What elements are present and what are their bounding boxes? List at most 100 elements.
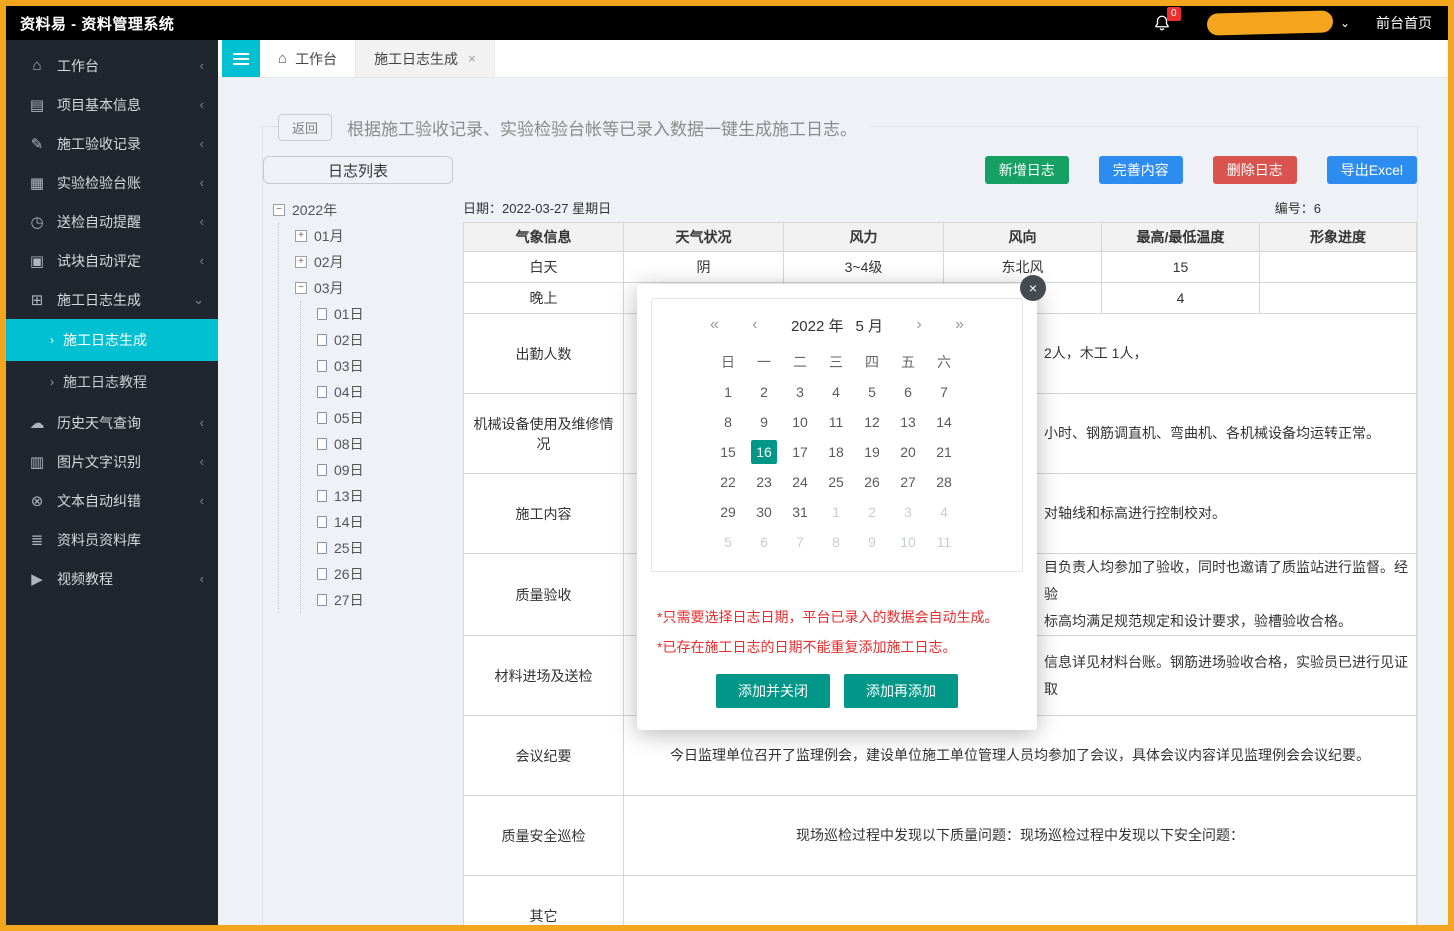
add-and-continue-button[interactable]: 添加再添加 [844,674,958,708]
sidebar-item-ocr[interactable]: ▥ 图片文字识别 ‹ [6,442,218,481]
calendar-day[interactable]: 27 [890,467,926,497]
calendar-day[interactable]: 6 [746,527,782,557]
sidebar-item-data-library[interactable]: ≣ 资料员资料库 [6,520,218,559]
calendar-day[interactable]: 13 [890,407,926,437]
expand-toggle[interactable]: + [295,230,307,242]
tree-day-item[interactable]: 02日 [317,327,453,353]
calendar-day[interactable]: 26 [854,467,890,497]
tree-day-item[interactable]: 03日 [317,353,453,379]
calendar-day[interactable]: 2 [854,497,890,527]
calendar-day[interactable]: 19 [854,437,890,467]
calendar-day[interactable]: 1 [818,497,854,527]
calendar-day[interactable]: 10 [890,527,926,557]
sidebar-item-test-block-eval[interactable]: ▣ 试块自动评定 ‹ [6,241,218,280]
calendar-day[interactable]: 8 [710,407,746,437]
close-icon[interactable]: × [468,51,476,66]
tree-month-node[interactable]: − 03月 [295,275,453,301]
sidebar-item-video-tutorial[interactable]: ▶ 视频教程 ‹ [6,559,218,598]
add-and-close-button[interactable]: 添加并关闭 [716,674,830,708]
sidebar-item-log-generation[interactable]: ⊞ 施工日志生成 ⌄ [6,280,218,319]
calendar-day[interactable]: 5 [854,377,890,407]
calendar-day[interactable]: 24 [782,467,818,497]
calendar-day[interactable]: 23 [746,467,782,497]
tree-year-node[interactable]: − 2022年 [273,197,453,223]
calendar-day[interactable]: 6 [890,377,926,407]
add-log-button[interactable]: 新增日志 [985,156,1069,184]
calendar-day[interactable]: 30 [746,497,782,527]
sidebar-item-workbench[interactable]: ⌂ 工作台 ‹ [6,46,218,85]
calendar-month-label[interactable]: 5 月 [856,315,884,336]
calendar-day[interactable]: 10 [782,407,818,437]
collapse-toggle[interactable]: − [273,204,285,216]
tree-day-item[interactable]: 26日 [317,561,453,587]
tree-day-item[interactable]: 08日 [317,431,453,457]
calendar-day[interactable]: 18 [818,437,854,467]
calendar-day[interactable]: 31 [782,497,818,527]
calendar-day[interactable]: 1 [710,377,746,407]
notification-bell[interactable]: 0 [1153,14,1171,32]
prev-month-button[interactable]: ‹ [752,316,757,334]
prev-year-button[interactable]: « [710,316,719,334]
calendar-day[interactable]: 5 [710,527,746,557]
tree-day-item[interactable]: 09日 [317,457,453,483]
calendar-day[interactable]: 29 [710,497,746,527]
tree-day-label: 26日 [334,564,364,584]
collapse-sidebar-button[interactable] [222,40,260,77]
sidebar-item-inspection-reminder[interactable]: ◷ 送检自动提醒 ‹ [6,202,218,241]
user-name-redacted[interactable] [1207,10,1334,35]
sidebar-item-text-correction[interactable]: ⊗ 文本自动纠错 ‹ [6,481,218,520]
tree-day-item[interactable]: 13日 [317,483,453,509]
improve-content-button[interactable]: 完善内容 [1099,156,1183,184]
calendar-day[interactable]: 14 [926,407,962,437]
calendar-day[interactable]: 3 [890,497,926,527]
expand-toggle[interactable]: + [295,256,307,268]
sidebar-subitem-log-tutorial[interactable]: › 施工日志教程 [6,361,218,403]
sidebar-subitem-log-generation[interactable]: › 施工日志生成 [6,319,218,361]
sidebar-item-weather-history[interactable]: ☁ 历史天气查询 ‹ [6,403,218,442]
tree-month-node[interactable]: + 02月 [295,249,453,275]
tree-day-item[interactable]: 05日 [317,405,453,431]
calendar-day[interactable]: 12 [854,407,890,437]
log-meta-row: 日期：2022-03-27 星期日 编号：6 [463,198,1417,217]
sidebar-item-lab-ledger[interactable]: ▦ 实验检验台账 ‹ [6,163,218,202]
calendar-day[interactable]: 22 [710,467,746,497]
tab-log-generation[interactable]: 施工日志生成 × [356,40,495,77]
delete-log-button[interactable]: 删除日志 [1213,156,1297,184]
next-month-button[interactable]: › [916,316,921,334]
tree-day-item[interactable]: 04日 [317,379,453,405]
calendar-day[interactable]: 25 [818,467,854,497]
calendar-day[interactable]: 21 [926,437,962,467]
calendar-day[interactable]: 2 [746,377,782,407]
calendar-day[interactable]: 9 [854,527,890,557]
calendar-day[interactable]: 7 [926,377,962,407]
calendar-day[interactable]: 20 [890,437,926,467]
calendar-day[interactable]: 7 [782,527,818,557]
close-icon[interactable]: × [1020,275,1046,301]
export-excel-button[interactable]: 导出Excel [1327,156,1417,184]
calendar-day[interactable]: 3 [782,377,818,407]
front-home-link[interactable]: 前台首页 [1376,13,1432,33]
calendar-day[interactable]: 17 [782,437,818,467]
tree-day-item[interactable]: 25日 [317,535,453,561]
tree-month-node[interactable]: + 01月 [295,223,453,249]
next-year-button[interactable]: » [955,316,964,334]
tree-day-item[interactable]: 01日 [317,301,453,327]
collapse-toggle[interactable]: − [295,282,307,294]
calendar-day[interactable]: 16 [746,437,782,467]
calendar-day[interactable]: 11 [926,527,962,557]
tree-day-item[interactable]: 14日 [317,509,453,535]
tab-workbench[interactable]: ⌂ 工作台 [260,40,356,77]
calendar-day[interactable]: 4 [818,377,854,407]
sidebar-item-project-info[interactable]: ▤ 项目基本信息 ‹ [6,85,218,124]
log-date-label: 日期：2022-03-27 星期日 [463,198,611,217]
tree-day-item[interactable]: 27日 [317,587,453,613]
calendar-day[interactable]: 8 [818,527,854,557]
sidebar-item-construction-acceptance[interactable]: ✎ 施工验收记录 ‹ [6,124,218,163]
back-button[interactable]: 返回 [278,114,332,141]
calendar-day[interactable]: 28 [926,467,962,497]
calendar-day[interactable]: 15 [710,437,746,467]
calendar-day[interactable]: 4 [926,497,962,527]
calendar-day[interactable]: 9 [746,407,782,437]
calendar-year-label[interactable]: 2022 年 [791,315,844,336]
calendar-day[interactable]: 11 [818,407,854,437]
